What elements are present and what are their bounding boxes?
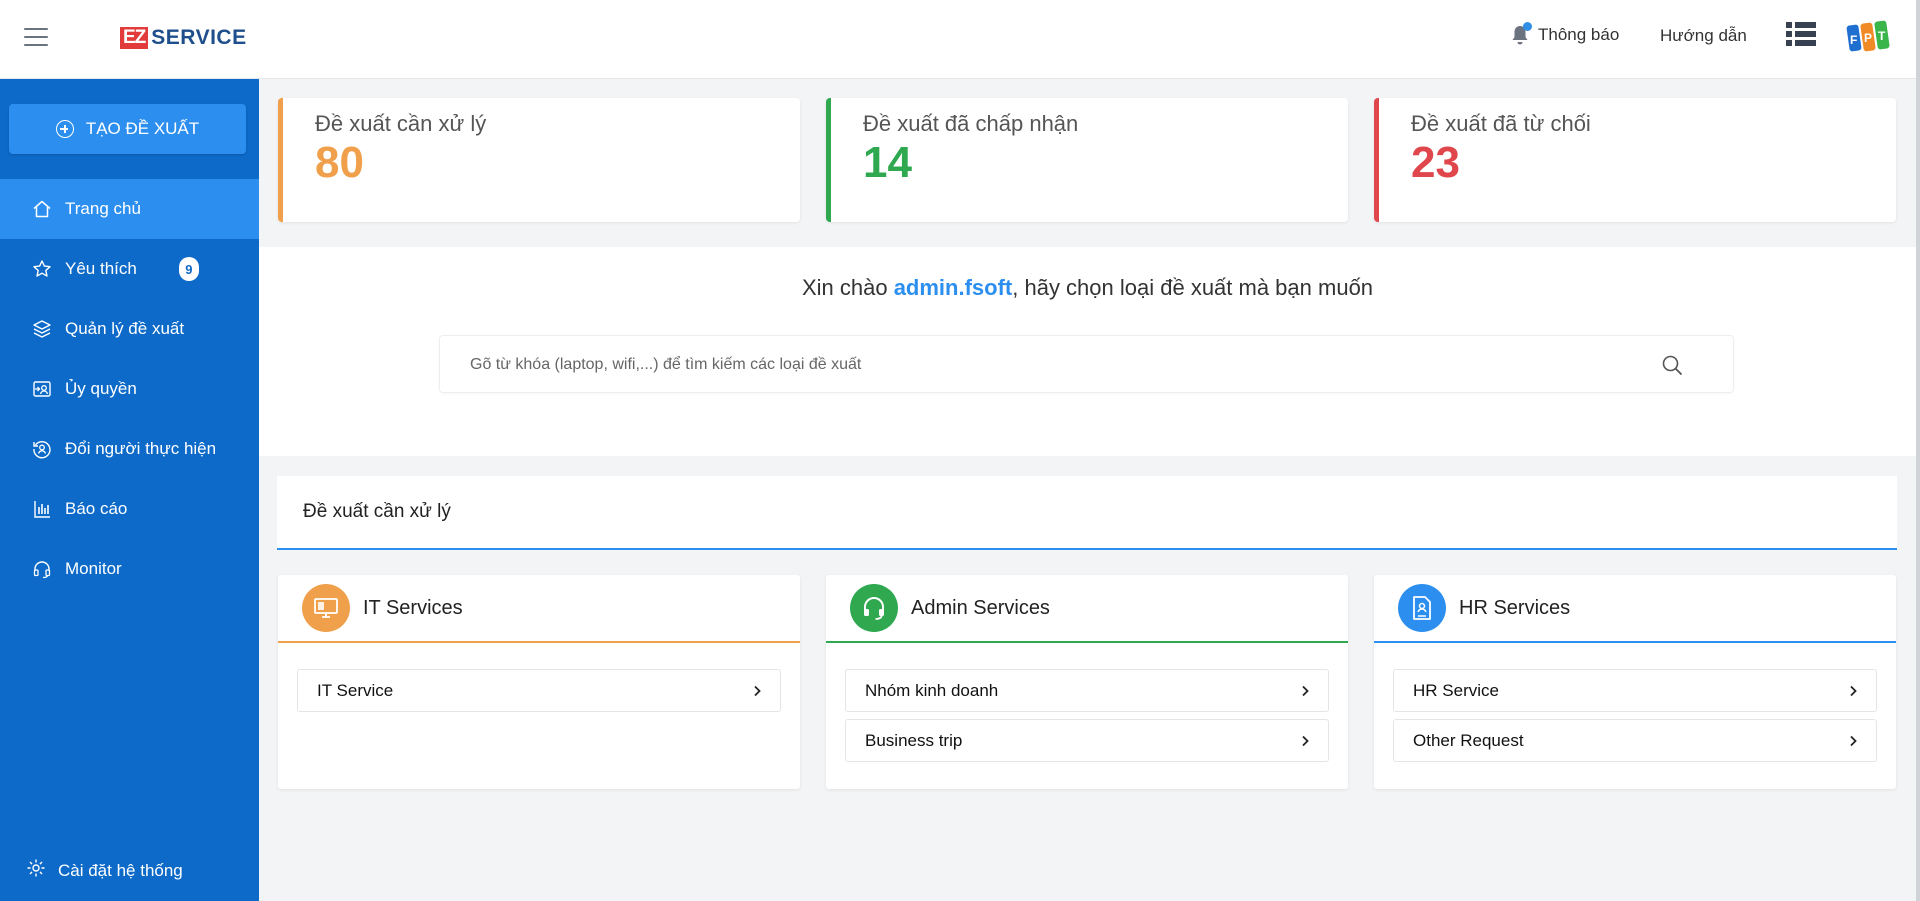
- service-card-title: IT Services: [363, 596, 463, 619]
- welcome-username: admin.fsoft: [893, 275, 1013, 300]
- service-item-label: IT Service: [317, 680, 394, 700]
- create-proposal-label: TẠO ĐỀ XUẤT: [85, 119, 200, 138]
- service-item-other-request[interactable]: Other Request: [1393, 719, 1877, 762]
- stat-card-rejected[interactable]: Đề xuất đã từ chối 23: [1374, 98, 1896, 222]
- chevron-right-icon: [754, 685, 761, 696]
- sidebar-item-label: Trang chủ: [65, 199, 141, 218]
- page-scrollbar[interactable]: [1916, 0, 1920, 901]
- chevron-right-icon: [1302, 685, 1309, 696]
- sidebar-item-favorites[interactable]: Yêu thích 9: [0, 239, 259, 299]
- ez-service-logo[interactable]: EZ SERVICE: [120, 26, 247, 50]
- sidebar-item-label: Quản lý đề xuất: [65, 319, 185, 338]
- list-view-icon[interactable]: [1786, 22, 1816, 50]
- service-card-header: Admin Services: [826, 575, 1348, 643]
- service-item-hr-service[interactable]: HR Service: [1393, 669, 1877, 712]
- service-card-admin: Admin Services Nhóm kinh doanh Business …: [826, 575, 1348, 789]
- system-settings-label: Cài đặt hệ thống: [58, 860, 183, 880]
- sidebar: TẠO ĐỀ XUẤT Trang chủ Yêu thích 9 Quản l…: [0, 79, 259, 901]
- headset-icon: [850, 584, 898, 632]
- stat-value: 80: [315, 138, 364, 187]
- service-item-label: HR Service: [1413, 680, 1499, 700]
- service-item-list: IT Service: [278, 643, 800, 712]
- sidebar-item-label: Ủy quyền: [65, 379, 137, 398]
- top-header: EZ SERVICE Thông báo Hướng dẫn F P T: [0, 0, 1916, 79]
- pending-section-title: Đề xuất cần xử lý: [277, 476, 1897, 550]
- service-card-hr: HR Services HR Service Other Request: [1374, 575, 1896, 789]
- service-item-label: Business trip: [865, 730, 963, 750]
- sidebar-item-label: Báo cáo: [65, 499, 128, 518]
- service-card-header: IT Services: [278, 575, 800, 643]
- search-input[interactable]: [470, 350, 1620, 380]
- favorites-count-badge: 9: [178, 257, 199, 281]
- service-item-label: Nhóm kinh doanh: [865, 680, 999, 700]
- sidebar-nav: Trang chủ Yêu thích 9 Quản lý đề xuất Ủy…: [0, 179, 259, 599]
- service-card-it: IT Services IT Service: [278, 575, 800, 789]
- chevron-right-icon: [1850, 735, 1857, 746]
- layers-icon: [31, 318, 53, 340]
- logo-service-text: SERVICE: [151, 26, 247, 49]
- bar-chart-icon: [31, 498, 53, 520]
- svg-text:T: T: [1878, 29, 1886, 43]
- system-settings-link[interactable]: Cài đặt hệ thống: [26, 858, 183, 883]
- stat-value: 14: [863, 138, 912, 187]
- headset-icon: [31, 558, 53, 580]
- star-icon: [31, 258, 53, 280]
- sidebar-item-label: Đổi người thực hiện: [65, 439, 217, 458]
- sidebar-item-monitor[interactable]: Monitor: [0, 539, 259, 599]
- stat-title: Đề xuất đã chấp nhận: [863, 111, 1079, 136]
- stat-title: Đề xuất đã từ chối: [1411, 111, 1591, 136]
- sidebar-item-home[interactable]: Trang chủ: [0, 179, 259, 239]
- home-icon: [31, 198, 53, 220]
- stat-value: 23: [1411, 138, 1460, 187]
- chevron-right-icon: [1850, 685, 1857, 696]
- sidebar-item-delegation[interactable]: Ủy quyền: [0, 359, 259, 419]
- service-card-header: HR Services: [1374, 575, 1896, 643]
- welcome-section: Xin chào admin.fsoft, hãy chọn loại đề x…: [259, 247, 1916, 456]
- service-item-sales-group[interactable]: Nhóm kinh doanh: [845, 669, 1329, 712]
- chevron-right-icon: [1302, 735, 1309, 746]
- service-item-list: HR Service Other Request: [1374, 643, 1896, 762]
- guide-link[interactable]: Hướng dẫn: [1660, 26, 1747, 46]
- notifications-label: Thông báo: [1538, 25, 1620, 44]
- svg-text:F: F: [1850, 33, 1857, 47]
- service-item-label: Other Request: [1413, 730, 1524, 750]
- welcome-suffix: , hãy chọn loại đề xuất mà bạn muốn: [1012, 275, 1374, 300]
- logo-ez-mark: EZ: [120, 27, 149, 49]
- search-icon[interactable]: [1661, 354, 1683, 376]
- sidebar-item-change-assignee[interactable]: Đổi người thực hiện: [0, 419, 259, 479]
- welcome-prefix: Xin chào: [801, 275, 894, 300]
- notification-dot: [1523, 22, 1532, 31]
- stat-card-pending[interactable]: Đề xuất cần xử lý 80: [278, 98, 800, 222]
- svg-text:P: P: [1864, 31, 1872, 45]
- sidebar-item-label: Yêu thích: [65, 259, 137, 278]
- stat-card-accepted[interactable]: Đề xuất đã chấp nhận 14: [826, 98, 1348, 222]
- bell-icon: [1510, 22, 1532, 46]
- plus-circle-icon: [55, 120, 74, 138]
- service-card-title: HR Services: [1459, 596, 1571, 619]
- create-proposal-button[interactable]: TẠO ĐỀ XUẤT: [9, 104, 246, 154]
- hamburger-menu-icon[interactable]: [24, 28, 48, 48]
- change-user-icon: [31, 438, 53, 460]
- service-item-business-trip[interactable]: Business trip: [845, 719, 1329, 762]
- monitor-icon: [302, 584, 350, 632]
- sidebar-item-label: Monitor: [65, 559, 122, 578]
- delegate-icon: [31, 378, 53, 400]
- fpt-logo[interactable]: F P T: [1846, 17, 1890, 59]
- sidebar-item-reports[interactable]: Báo cáo: [0, 479, 259, 539]
- search-box: [439, 335, 1734, 393]
- notifications-button[interactable]: Thông báo: [1510, 22, 1620, 46]
- main-content: Đề xuất cần xử lý 80 Đề xuất đã chấp nhậ…: [259, 79, 1916, 901]
- gear-icon: [26, 858, 46, 883]
- service-item-list: Nhóm kinh doanh Business trip: [826, 643, 1348, 762]
- service-card-title: Admin Services: [911, 596, 1050, 619]
- sidebar-item-manage-proposals[interactable]: Quản lý đề xuất: [0, 299, 259, 359]
- stat-title: Đề xuất cần xử lý: [315, 111, 487, 136]
- id-document-icon: [1398, 584, 1446, 632]
- welcome-message: Xin chào admin.fsoft, hãy chọn loại đề x…: [259, 275, 1916, 301]
- service-item-it-service[interactable]: IT Service: [297, 669, 781, 712]
